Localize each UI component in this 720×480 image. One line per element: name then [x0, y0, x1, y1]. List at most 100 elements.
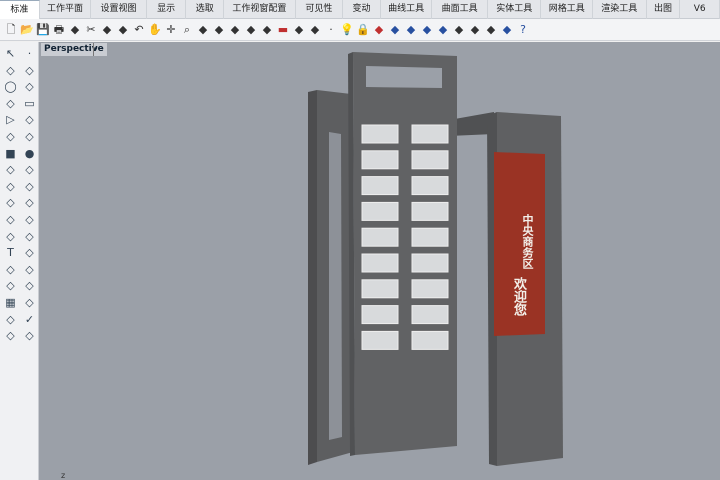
array-icon[interactable]: ◇: [1, 262, 20, 279]
group-icon[interactable]: ◆: [484, 22, 498, 38]
axis-label: z: [61, 471, 65, 480]
gumball-icon[interactable]: ◇: [20, 295, 39, 312]
material-icon[interactable]: ◆: [404, 22, 418, 38]
car-icon[interactable]: ▬: [276, 22, 290, 38]
tab-4[interactable]: 选取: [186, 0, 225, 19]
scale-icon[interactable]: ◇: [1, 312, 20, 329]
tab-5[interactable]: 工作视窗配置: [224, 0, 296, 19]
boolean-icon[interactable]: ◇: [1, 179, 20, 196]
tab-13[interactable]: 出图: [647, 0, 681, 19]
model-scene: z: [61, 52, 563, 480]
tab-0[interactable]: 标准: [0, 0, 40, 19]
top-opening: [366, 66, 442, 88]
point-icon[interactable]: ·: [324, 22, 338, 38]
box-icon[interactable]: ■: [1, 146, 20, 163]
text-icon[interactable]: T: [1, 245, 20, 262]
sign-text-line1: 中央商务区: [521, 214, 534, 269]
paste-icon[interactable]: ◆: [116, 22, 130, 38]
filter-icon[interactable]: ◆: [452, 22, 466, 38]
plane-icon[interactable]: ◆: [308, 22, 322, 38]
light-icon[interactable]: 💡: [340, 22, 354, 38]
tab-2[interactable]: 设置视图: [91, 0, 147, 19]
left-pillar-opening: [329, 132, 342, 440]
project-icon[interactable]: ◇: [20, 278, 39, 295]
join-icon[interactable]: ◇: [1, 212, 20, 229]
open-icon[interactable]: 📂: [20, 22, 34, 38]
help-icon[interactable]: ?: [516, 22, 530, 38]
undo-icon[interactable]: ↶: [132, 22, 146, 38]
options-gear-icon[interactable]: ◆: [468, 22, 482, 38]
panel-window: [361, 201, 399, 221]
tab-8[interactable]: 曲线工具: [381, 0, 433, 19]
print-icon[interactable]: 🖶: [52, 22, 66, 38]
grid-icon[interactable]: ▦: [1, 295, 20, 312]
curve-icon[interactable]: ◇: [20, 63, 39, 80]
plane-surface-icon[interactable]: ◇: [20, 162, 39, 179]
color-wheel-icon[interactable]: ◆: [388, 22, 402, 38]
zoom-icon[interactable]: ⌕: [180, 22, 194, 38]
fillet-icon[interactable]: ◇: [20, 112, 39, 129]
solid-icon[interactable]: ◇: [1, 328, 20, 345]
cylinder-icon[interactable]: ◇: [1, 162, 20, 179]
globe-icon[interactable]: ◆: [500, 22, 514, 38]
group-icon[interactable]: ◇: [20, 212, 39, 229]
tab-14[interactable]: V6: [680, 0, 720, 19]
surface-icon[interactable]: ◇: [1, 129, 20, 146]
panel-window: [411, 330, 449, 350]
trim-icon[interactable]: ◇: [1, 195, 20, 212]
zoom-selected-icon[interactable]: ◆: [228, 22, 242, 38]
named-view-icon[interactable]: ◆: [292, 22, 306, 38]
polyline-icon[interactable]: ◇: [1, 63, 20, 80]
blue-sphere-icon[interactable]: ◆: [436, 22, 450, 38]
cut-icon[interactable]: ✂: [84, 22, 98, 38]
tab-1[interactable]: 工作平面: [40, 0, 92, 19]
render-sphere-icon[interactable]: ◆: [420, 22, 434, 38]
zoom-window-icon[interactable]: ◆: [196, 22, 210, 38]
panel-window: [361, 124, 399, 144]
circle-icon[interactable]: ◯: [1, 79, 20, 96]
panel-window: [411, 124, 449, 144]
tab-12[interactable]: 渲染工具: [593, 0, 647, 19]
ellipse-icon[interactable]: ◇: [20, 79, 39, 96]
save-icon[interactable]: 💾: [36, 22, 50, 38]
extend-icon[interactable]: ◇: [20, 229, 39, 246]
rotate-view-icon[interactable]: ✛: [164, 22, 178, 38]
loft-icon[interactable]: ◇: [20, 129, 39, 146]
tab-9[interactable]: 曲面工具: [432, 0, 488, 19]
split-icon[interactable]: ◇: [20, 195, 39, 212]
zoom-extents-icon[interactable]: ◆: [212, 22, 226, 38]
sphere-icon[interactable]: ●: [20, 146, 39, 163]
polygon-icon[interactable]: ▷: [1, 112, 20, 129]
tab-7[interactable]: 变动: [343, 0, 381, 19]
sign-text-line2: 欢迎您: [511, 277, 526, 316]
tab-11[interactable]: 网格工具: [541, 0, 594, 19]
layer-icon[interactable]: ◆: [372, 22, 386, 38]
perspective-viewport[interactable]: Perspective ▾ z 中央商务区 欢迎您: [39, 42, 720, 480]
lock-icon[interactable]: 🔒: [356, 22, 370, 38]
panel-window: [361, 305, 399, 325]
explode-icon[interactable]: ◇: [20, 179, 39, 196]
arc-icon[interactable]: ◇: [1, 96, 20, 113]
viewport-layout-icon[interactable]: ◆: [260, 22, 274, 38]
undo-view-icon[interactable]: ◆: [244, 22, 258, 38]
dimension-icon[interactable]: ◇: [20, 245, 39, 262]
offset-icon[interactable]: ◇: [1, 229, 20, 246]
panel-window: [361, 253, 399, 273]
copy-icon[interactable]: ◆: [100, 22, 114, 38]
point-icon[interactable]: ·: [20, 46, 39, 63]
rectangle-icon[interactable]: ▭: [20, 96, 39, 113]
mirror-icon[interactable]: ◇: [20, 262, 39, 279]
extrude-icon[interactable]: ◇: [1, 278, 20, 295]
tab-3[interactable]: 显示: [147, 0, 187, 19]
check-icon[interactable]: ✓: [20, 312, 39, 329]
render-icon[interactable]: ◇: [20, 328, 39, 345]
copy-to-clipboard-icon[interactable]: ◆: [68, 22, 82, 38]
new-icon[interactable]: 🗋: [4, 22, 18, 38]
tab-6[interactable]: 可见性: [296, 0, 344, 19]
panel-window: [361, 150, 399, 170]
select-icon[interactable]: ↖: [1, 46, 20, 63]
left-pillar-side: [308, 90, 317, 465]
panel-window: [411, 227, 449, 247]
tab-10[interactable]: 实体工具: [488, 0, 542, 19]
pan-icon[interactable]: ✋: [148, 22, 162, 38]
